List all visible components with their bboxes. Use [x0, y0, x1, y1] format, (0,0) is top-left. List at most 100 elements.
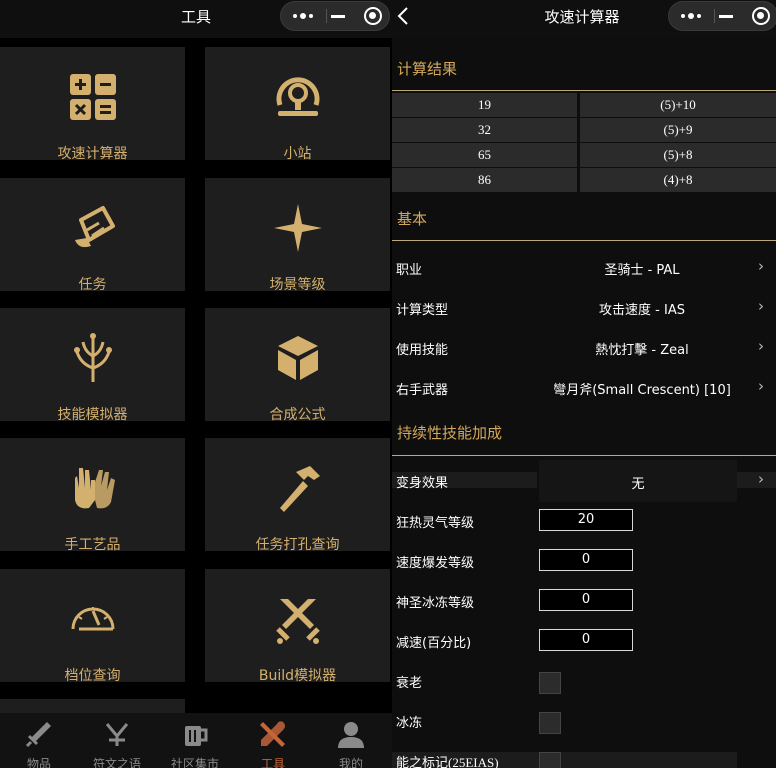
tab-tools[interactable]: 工具 — [234, 713, 312, 768]
cube-icon — [277, 336, 318, 380]
chevron-right-icon: › — [758, 377, 764, 395]
tile-area-level[interactable]: 场景等级 — [205, 178, 390, 293]
gauge-icon — [71, 607, 114, 631]
row-label: 职业 — [396, 263, 423, 278]
tile-crafting-formula[interactable]: 合成公式 — [205, 308, 390, 423]
rune-icon — [105, 723, 129, 746]
tools-panel: 工具 攻速计算器 小站 任务 场景等级 技能模拟器 合成公式 手工艺品 任务打孔… — [0, 0, 392, 768]
shapeshift-select-value[interactable]: 无 — [539, 473, 737, 492]
tab-label: 符文之语 — [92, 757, 141, 768]
result-frames: 65 — [392, 143, 577, 167]
minimize-icon[interactable] — [331, 15, 345, 18]
result-frames: 86 — [392, 168, 577, 192]
chevron-right-icon: › — [758, 257, 764, 275]
result-frames: 32 — [392, 118, 577, 142]
tab-runewords[interactable]: 符文之语 — [78, 713, 156, 768]
weapon-select-value[interactable]: 彎月斧(Small Crescent) [10] — [532, 379, 752, 398]
result-row: 19 (5)+10 — [392, 93, 776, 117]
calculator-header: 攻速计算器 — [392, 0, 776, 38]
tile-handicraft[interactable]: 手工艺品 — [0, 438, 185, 553]
minimize-icon[interactable] — [719, 15, 733, 18]
back-icon[interactable] — [396, 5, 410, 27]
skill-select-value[interactable]: 熱忱打擊 - Zeal — [532, 339, 752, 358]
tile-breakpoint-query[interactable]: 档位查询 — [0, 569, 185, 684]
calculator-icon — [69, 74, 116, 120]
tile-skill-simulator[interactable]: 技能模拟器 — [0, 308, 185, 423]
beer-mug-icon — [185, 726, 208, 746]
result-row: 86 (4)+8 — [392, 168, 776, 192]
result-row: 32 (5)+9 — [392, 118, 776, 142]
crossed-swords-icon — [275, 599, 320, 644]
mark-label: 能之标记(25EIAS) — [396, 755, 499, 768]
tile-label: 场景等级 — [269, 277, 326, 293]
frozen-checkbox[interactable] — [539, 712, 561, 734]
tile-label: 任务打孔查询 — [255, 537, 340, 553]
mark-checkbox[interactable] — [539, 752, 561, 768]
tile-label: 手工艺品 — [64, 537, 121, 553]
tile-label: 任务 — [78, 277, 107, 293]
tile-label: 技能模拟器 — [57, 407, 128, 423]
decrepify-label: 衰老 — [396, 676, 423, 691]
more-icon[interactable] — [293, 2, 315, 30]
row-label: 计算类型 — [396, 303, 449, 318]
result-frames: 19 — [392, 93, 577, 117]
close-miniprogram-icon[interactable] — [752, 7, 770, 25]
class-select-value[interactable]: 圣骑士 - PAL — [532, 259, 752, 278]
basic-section-title: 基本 — [397, 210, 428, 228]
result-breakpoint: (5)+10 — [580, 93, 776, 117]
tile-station[interactable]: 小站 — [205, 47, 390, 162]
miniprogram-capsule — [668, 1, 776, 31]
holy-freeze-level-input[interactable]: 0 — [539, 589, 633, 611]
tab-community-market[interactable]: 社区集市 — [156, 713, 234, 768]
page-title: 攻速计算器 — [544, 8, 620, 26]
more-icon[interactable] — [681, 2, 703, 30]
user-icon — [338, 722, 364, 748]
tab-profile[interactable]: 我的 — [312, 713, 390, 768]
row-label: 变身效果 — [396, 476, 449, 491]
chevron-right-icon: › — [758, 470, 764, 488]
tile-attack-speed-calculator[interactable]: 攻速计算器 — [0, 47, 185, 162]
frozen-label: 冰冻 — [396, 716, 423, 731]
tab-label: 工具 — [260, 757, 285, 768]
row-label: 右手武器 — [396, 383, 449, 398]
skills-section-title: 持续性技能加成 — [397, 424, 503, 442]
holy-freeze-label: 神圣冰冻等级 — [396, 596, 475, 611]
tile-label: 小站 — [283, 146, 312, 162]
gloves-icon — [74, 468, 115, 509]
tile-quest-socket-query[interactable]: 任务打孔查询 — [205, 438, 390, 553]
result-row: 65 (5)+8 — [392, 143, 776, 167]
tab-label: 社区集市 — [170, 757, 219, 768]
decrepify-checkbox[interactable] — [539, 672, 561, 694]
miniprogram-capsule — [280, 1, 390, 31]
tab-label: 我的 — [338, 757, 363, 768]
result-breakpoint: (5)+8 — [580, 143, 776, 167]
tile-label: 合成公式 — [269, 407, 326, 423]
tools-header: 工具 — [0, 0, 392, 38]
tab-items[interactable]: 物品 — [0, 713, 78, 768]
tile-label: Build模拟器 — [258, 668, 337, 684]
row-label: 使用技能 — [396, 343, 449, 358]
tools-icon — [260, 721, 285, 747]
burst-of-speed-level-input[interactable]: 0 — [539, 549, 633, 571]
result-breakpoint: (4)+8 — [580, 168, 776, 192]
calc-type-select-value[interactable]: 攻击速度 - IAS — [532, 299, 752, 318]
chevron-right-icon: › — [758, 337, 764, 355]
slow-percent-input[interactable]: 0 — [539, 629, 633, 651]
tile-quests[interactable]: 任务 — [0, 178, 185, 293]
station-icon — [276, 77, 319, 116]
hammer-icon — [279, 466, 320, 512]
close-miniprogram-icon[interactable] — [364, 7, 382, 25]
scroll-icon — [74, 206, 115, 248]
tile-label: 攻速计算器 — [57, 146, 128, 162]
result-breakpoint: (5)+9 — [580, 118, 776, 142]
tab-label: 物品 — [26, 757, 51, 768]
skill-tree-icon — [73, 333, 112, 382]
tile-build-simulator[interactable]: Build模拟器 — [205, 569, 390, 684]
calculator-panel: 攻速计算器 计算结果 19 (5)+10 32 (5)+9 65 (5)+8 8… — [392, 0, 776, 768]
fanaticism-level-input[interactable]: 20 — [539, 509, 633, 531]
sword-icon — [25, 722, 51, 748]
tile-label: 档位查询 — [64, 668, 121, 684]
burst-of-speed-label: 速度爆发等级 — [396, 556, 475, 571]
fanaticism-label: 狂热灵气等级 — [396, 516, 475, 531]
bottom-tab-bar: 物品 符文之语 社区集市 工具 我的 — [0, 713, 392, 768]
